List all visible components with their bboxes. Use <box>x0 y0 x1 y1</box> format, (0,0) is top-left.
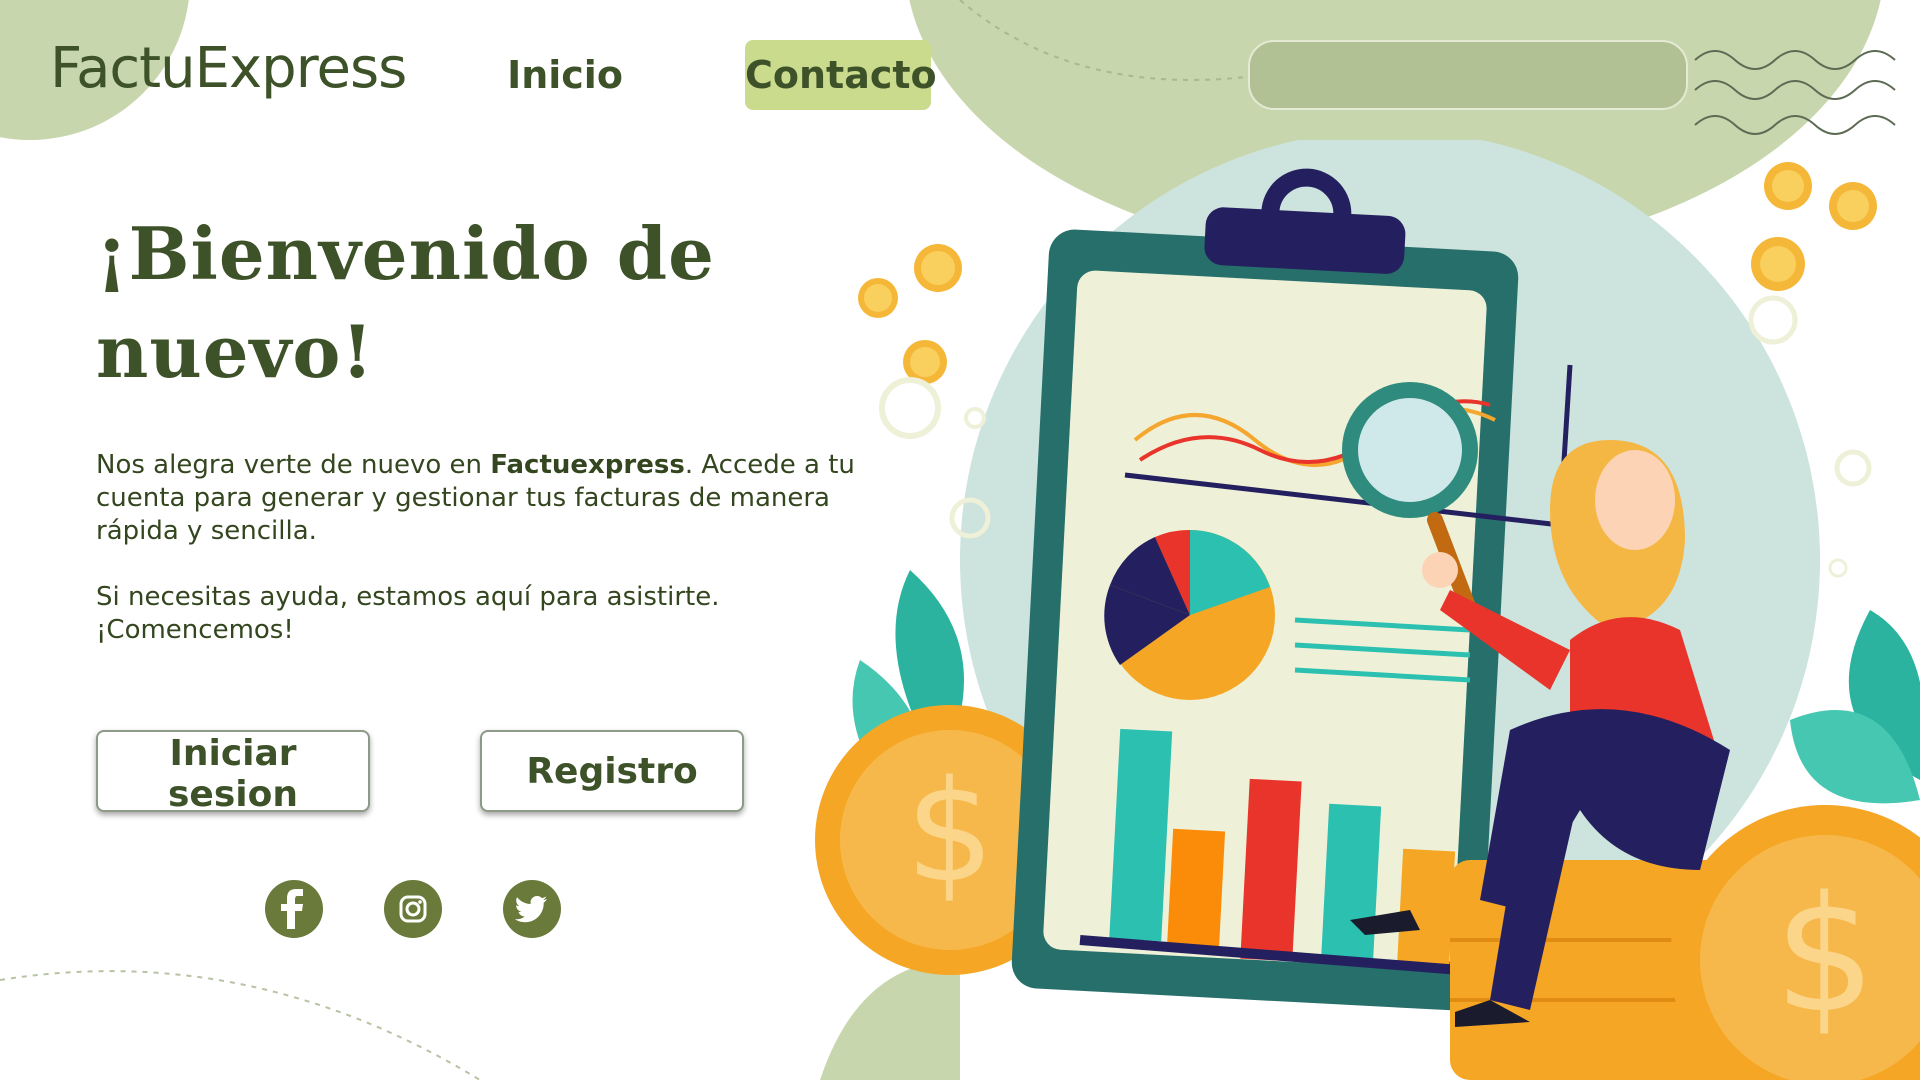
brand-logo[interactable]: FactuExpress <box>50 36 407 101</box>
svg-text:$: $ <box>1774 861 1876 1048</box>
page-title: ¡Bienvenido de nuevo! <box>96 211 715 394</box>
svg-text:$: $ <box>905 751 994 914</box>
facebook-link[interactable] <box>265 880 323 938</box>
nav-contacto-link[interactable]: Contacto <box>745 40 937 110</box>
hero-paragraph-2: Si necesitas ayuda, estamos aquí para as… <box>96 582 720 645</box>
hero-p1-text: Nos alegra verte de nuevo en <box>96 450 491 480</box>
instagram-icon <box>399 895 427 923</box>
twitter-icon <box>514 896 547 923</box>
hero-paragraph-1: Nos alegra verte de nuevo en Factuexpres… <box>96 449 876 548</box>
login-button[interactable]: Iniciar sesion <box>96 730 370 815</box>
search-input[interactable] <box>1248 40 1688 110</box>
twitter-link[interactable] <box>503 880 561 938</box>
finance-illustration: $ $ <box>815 140 1920 1080</box>
hero-description: Nos alegra verte de nuevo en Factuexpres… <box>96 449 876 647</box>
hero-section: ¡Bienvenido de nuevo! Nos alegra verte d… <box>96 205 856 680</box>
register-button[interactable]: Registro <box>480 730 744 812</box>
instagram-link[interactable] <box>384 880 442 938</box>
facebook-icon <box>281 889 303 929</box>
top-navigation: FactuExpress Inicio Contacto <box>0 0 1920 150</box>
nav-inicio-link[interactable]: Inicio <box>500 40 630 110</box>
hero-brand-mention: Factuexpress <box>490 450 685 480</box>
